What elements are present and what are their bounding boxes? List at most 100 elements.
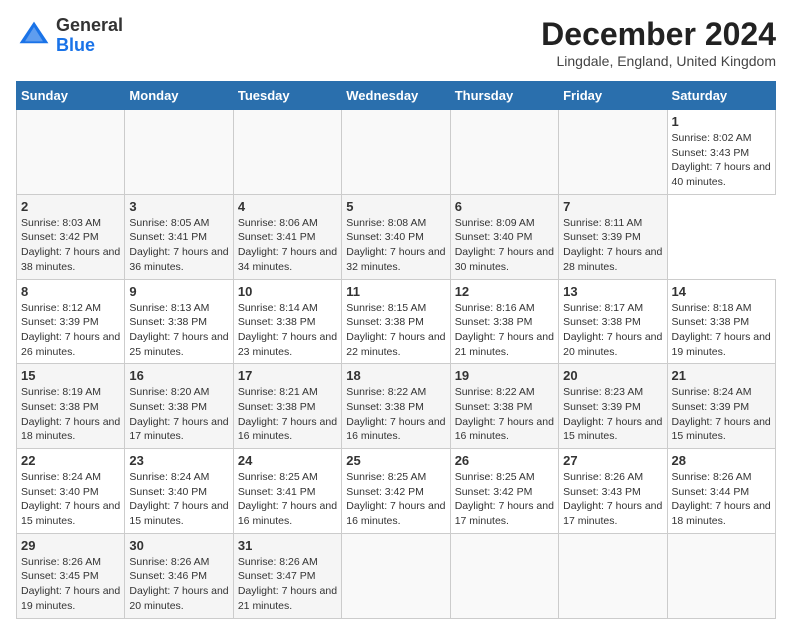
day-number: 24 [238, 453, 337, 468]
day-number: 5 [346, 199, 445, 214]
logo: General Blue [16, 16, 123, 56]
empty-cell [559, 533, 667, 618]
day-info: Sunrise: 8:23 AMSunset: 3:39 PMDaylight:… [563, 385, 662, 444]
day-number: 10 [238, 284, 337, 299]
day-info: Sunrise: 8:25 AMSunset: 3:42 PMDaylight:… [455, 470, 554, 529]
calendar-day-cell: 13 Sunrise: 8:17 AMSunset: 3:38 PMDayligh… [559, 279, 667, 364]
day-number: 22 [21, 453, 120, 468]
calendar-day-cell: 29 Sunrise: 8:26 AMSunset: 3:45 PMDayligh… [17, 533, 125, 618]
calendar-header-tuesday: Tuesday [233, 82, 341, 110]
day-info: Sunrise: 8:22 AMSunset: 3:38 PMDaylight:… [346, 385, 445, 444]
day-info: Sunrise: 8:02 AMSunset: 3:43 PMDaylight:… [672, 131, 771, 190]
day-number: 9 [129, 284, 228, 299]
day-info: Sunrise: 8:26 AMSunset: 3:43 PMDaylight:… [563, 470, 662, 529]
day-number: 2 [21, 199, 120, 214]
calendar-header-friday: Friday [559, 82, 667, 110]
day-info: Sunrise: 8:14 AMSunset: 3:38 PMDaylight:… [238, 301, 337, 360]
day-number: 29 [21, 538, 120, 553]
day-info: Sunrise: 8:06 AMSunset: 3:41 PMDaylight:… [238, 216, 337, 275]
title-area: December 2024 Lingdale, England, United … [541, 16, 776, 69]
calendar-day-cell: 25 Sunrise: 8:25 AMSunset: 3:42 PMDayligh… [342, 449, 450, 534]
day-number: 13 [563, 284, 662, 299]
day-info: Sunrise: 8:24 AMSunset: 3:40 PMDaylight:… [129, 470, 228, 529]
calendar-day-cell: 15 Sunrise: 8:19 AMSunset: 3:38 PMDayligh… [17, 364, 125, 449]
calendar-day-cell: 18Sunrise: 8:22 AMSunset: 3:38 PMDayligh… [342, 364, 450, 449]
month-title: December 2024 [541, 16, 776, 53]
day-info: Sunrise: 8:03 AMSunset: 3:42 PMDaylight:… [21, 216, 120, 275]
calendar-day-cell: 24 Sunrise: 8:25 AMSunset: 3:41 PMDayligh… [233, 449, 341, 534]
day-number: 25 [346, 453, 445, 468]
day-number: 20 [563, 368, 662, 383]
day-number: 12 [455, 284, 554, 299]
general-blue-logo-icon [16, 18, 52, 54]
day-number: 30 [129, 538, 228, 553]
day-info: Sunrise: 8:17 AMSunset: 3:38 PMDaylight:… [563, 301, 662, 360]
empty-cell [125, 110, 233, 195]
day-info: Sunrise: 8:22 AMSunset: 3:38 PMDaylight:… [455, 385, 554, 444]
day-number: 21 [672, 368, 771, 383]
empty-cell [17, 110, 125, 195]
calendar-header-thursday: Thursday [450, 82, 558, 110]
logo-text: General Blue [56, 16, 123, 56]
calendar-header-monday: Monday [125, 82, 233, 110]
day-info: Sunrise: 8:25 AMSunset: 3:41 PMDaylight:… [238, 470, 337, 529]
day-info: Sunrise: 8:21 AMSunset: 3:38 PMDaylight:… [238, 385, 337, 444]
day-info: Sunrise: 8:15 AMSunset: 3:38 PMDaylight:… [346, 301, 445, 360]
empty-cell [233, 110, 341, 195]
day-number: 1 [672, 114, 771, 129]
day-info: Sunrise: 8:24 AMSunset: 3:39 PMDaylight:… [672, 385, 771, 444]
calendar-day-cell: 10 Sunrise: 8:14 AMSunset: 3:38 PMDayligh… [233, 279, 341, 364]
day-number: 31 [238, 538, 337, 553]
empty-cell [667, 533, 775, 618]
day-info: Sunrise: 8:18 AMSunset: 3:38 PMDaylight:… [672, 301, 771, 360]
day-number: 23 [129, 453, 228, 468]
calendar-day-cell: 9 Sunrise: 8:13 AMSunset: 3:38 PMDaylight… [125, 279, 233, 364]
empty-cell [450, 533, 558, 618]
day-number: 14 [672, 284, 771, 299]
calendar-day-cell: 14 Sunrise: 8:18 AMSunset: 3:38 PMDayligh… [667, 279, 775, 364]
day-number: 19 [455, 368, 554, 383]
calendar-day-cell: 4Sunrise: 8:06 AMSunset: 3:41 PMDaylight… [233, 194, 341, 279]
calendar-header-wednesday: Wednesday [342, 82, 450, 110]
calendar-day-cell: 26Sunrise: 8:25 AMSunset: 3:42 PMDayligh… [450, 449, 558, 534]
calendar-day-cell: 21 Sunrise: 8:24 AMSunset: 3:39 PMDayligh… [667, 364, 775, 449]
day-info: Sunrise: 8:26 AMSunset: 3:47 PMDaylight:… [238, 555, 337, 614]
calendar-table: SundayMondayTuesdayWednesdayThursdayFrid… [16, 81, 776, 619]
day-info: Sunrise: 8:20 AMSunset: 3:38 PMDaylight:… [129, 385, 228, 444]
empty-cell [559, 110, 667, 195]
day-number: 3 [129, 199, 228, 214]
day-info: Sunrise: 8:11 AMSunset: 3:39 PMDaylight:… [563, 216, 662, 275]
day-info: Sunrise: 8:08 AMSunset: 3:40 PMDaylight:… [346, 216, 445, 275]
calendar-day-cell: 28 Sunrise: 8:26 AMSunset: 3:44 PMDayligh… [667, 449, 775, 534]
day-number: 6 [455, 199, 554, 214]
day-number: 7 [563, 199, 662, 214]
day-info: Sunrise: 8:25 AMSunset: 3:42 PMDaylight:… [346, 470, 445, 529]
day-info: Sunrise: 8:19 AMSunset: 3:38 PMDaylight:… [21, 385, 120, 444]
calendar-day-cell: 31 Sunrise: 8:26 AMSunset: 3:47 PMDayligh… [233, 533, 341, 618]
day-number: 28 [672, 453, 771, 468]
calendar-day-cell: 11 Sunrise: 8:15 AMSunset: 3:38 PMDayligh… [342, 279, 450, 364]
calendar-day-cell: 23 Sunrise: 8:24 AMSunset: 3:40 PMDayligh… [125, 449, 233, 534]
day-number: 11 [346, 284, 445, 299]
logo-general: General [56, 16, 123, 36]
calendar-week-row: 8Sunrise: 8:12 AMSunset: 3:39 PMDaylight… [17, 279, 776, 364]
day-number: 16 [129, 368, 228, 383]
day-info: Sunrise: 8:24 AMSunset: 3:40 PMDaylight:… [21, 470, 120, 529]
calendar-header-saturday: Saturday [667, 82, 775, 110]
calendar-week-row: 29 Sunrise: 8:26 AMSunset: 3:45 PMDayligh… [17, 533, 776, 618]
page-header: General Blue December 2024 Lingdale, Eng… [16, 16, 776, 69]
day-info: Sunrise: 8:13 AMSunset: 3:38 PMDaylight:… [129, 301, 228, 360]
day-info: Sunrise: 8:09 AMSunset: 3:40 PMDaylight:… [455, 216, 554, 275]
calendar-day-cell: 7 Sunrise: 8:11 AMSunset: 3:39 PMDaylight… [559, 194, 667, 279]
calendar-day-cell: 3Sunrise: 8:05 AMSunset: 3:41 PMDaylight… [125, 194, 233, 279]
calendar-day-cell: 16 Sunrise: 8:20 AMSunset: 3:38 PMDayligh… [125, 364, 233, 449]
location: Lingdale, England, United Kingdom [541, 53, 776, 69]
calendar-day-cell: 20 Sunrise: 8:23 AMSunset: 3:39 PMDayligh… [559, 364, 667, 449]
day-number: 15 [21, 368, 120, 383]
day-info: Sunrise: 8:26 AMSunset: 3:45 PMDaylight:… [21, 555, 120, 614]
day-info: Sunrise: 8:16 AMSunset: 3:38 PMDaylight:… [455, 301, 554, 360]
day-info: Sunrise: 8:26 AMSunset: 3:44 PMDaylight:… [672, 470, 771, 529]
day-info: Sunrise: 8:12 AMSunset: 3:39 PMDaylight:… [21, 301, 120, 360]
calendar-week-row: 2 Sunrise: 8:03 AMSunset: 3:42 PMDaylight… [17, 194, 776, 279]
calendar-day-cell: 22 Sunrise: 8:24 AMSunset: 3:40 PMDayligh… [17, 449, 125, 534]
